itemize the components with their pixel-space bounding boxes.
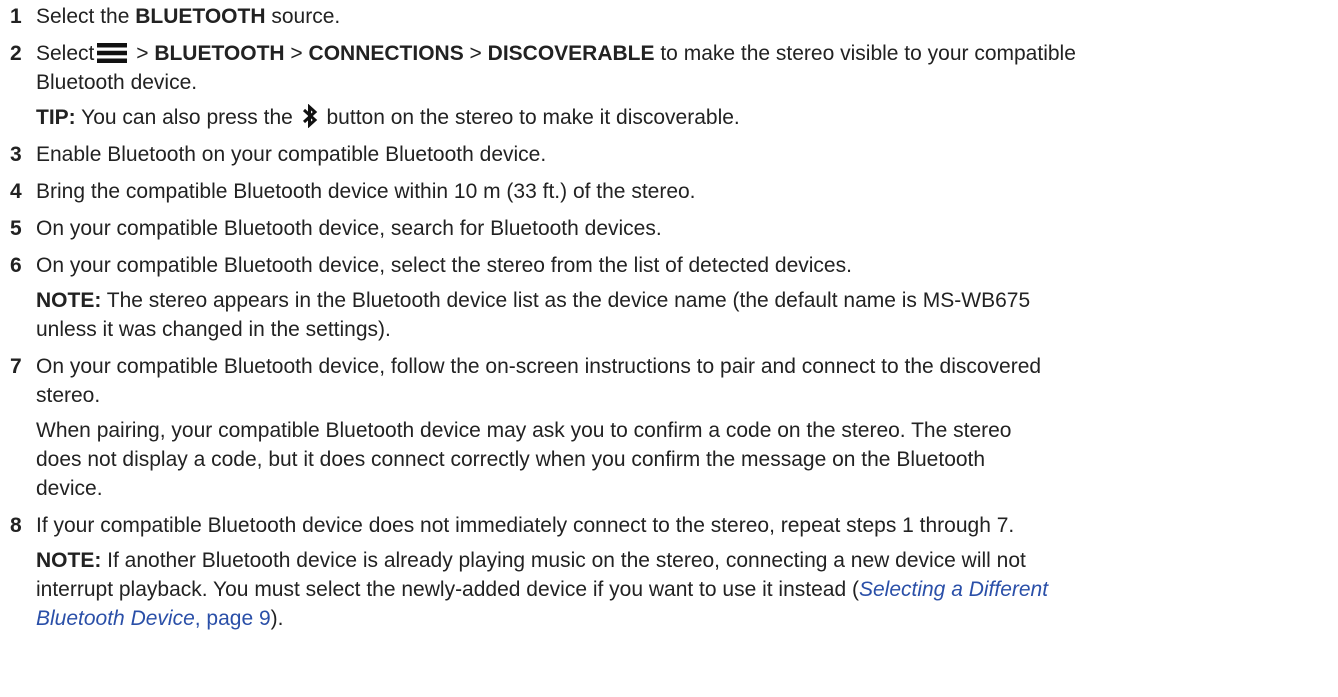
step-text: If your compatible Bluetooth device does… — [36, 514, 1015, 537]
note-line-2: unless it was changed in the settings). — [36, 318, 391, 341]
ui-term: BLUETOOTH — [154, 42, 285, 65]
step-number: 4 — [10, 180, 22, 203]
text-segment: You can also press the — [75, 106, 299, 129]
step-number: 7 — [10, 355, 22, 378]
step-number: 8 — [10, 514, 22, 537]
bluetooth-icon — [301, 103, 319, 129]
text-segment: Select the — [36, 5, 136, 28]
step-7: 7 On your compatible Bluetooth device, f… — [0, 352, 1338, 503]
step-text: On your compatible Bluetooth device, sea… — [36, 217, 662, 240]
ui-term: BLUETOOTH — [135, 5, 266, 28]
cross-reference-link[interactable]: Selecting a Different — [859, 578, 1048, 601]
step-1: 1 Select the BLUETOOTH source. — [0, 2, 1338, 31]
step-text: Bring the compatible Bluetooth device wi… — [36, 180, 696, 203]
tip-paragraph: TIP: You can also press the button on th… — [36, 103, 1338, 132]
ui-term: CONNECTIONS — [308, 42, 464, 65]
manual-page: 1 Select the BLUETOOTH source. 2 Select … — [0, 0, 1338, 697]
text-segment: button on the stereo to make it discover… — [320, 106, 740, 129]
step-text: Select > BLUETOOTH > CONNECTIONS > DISCO… — [36, 39, 1338, 68]
step-2: 2 Select > BLUETOOTH > CONNECTIONS > DIS… — [0, 39, 1338, 132]
text-segment: ). — [270, 607, 284, 630]
note-line-3: Bluetooth Device, page 9). — [36, 604, 1338, 633]
note-label: NOTE: — [36, 289, 102, 312]
step-5: 5 On your compatible Bluetooth device, s… — [0, 214, 1338, 243]
note-line-2: interrupt playback. You must select the … — [36, 575, 1338, 604]
text-segment: > — [284, 42, 309, 65]
step-text: On your compatible Bluetooth device, sel… — [36, 254, 852, 277]
text-segment: If another Bluetooth device is already p… — [101, 549, 1026, 572]
step-number: 1 — [10, 5, 22, 28]
step-number: 5 — [10, 217, 22, 240]
hamburger-menu-icon — [97, 42, 128, 63]
step-3: 3 Enable Bluetooth on your compatible Bl… — [0, 140, 1338, 169]
info-paragraph-line-3: device. — [36, 477, 103, 500]
note-label: NOTE: — [36, 549, 102, 572]
step-text-line-2: Bluetooth device. — [36, 71, 198, 94]
step-text: Select the BLUETOOTH source. — [36, 2, 1338, 31]
text-segment: Select — [36, 42, 95, 65]
step-number: 3 — [10, 143, 22, 166]
text-segment: source. — [265, 5, 341, 28]
page-reference-link[interactable]: , page 9 — [195, 607, 271, 630]
step-6: 6 On your compatible Bluetooth device, s… — [0, 251, 1338, 344]
step-text: Enable Bluetooth on your compatible Blue… — [36, 143, 547, 166]
tip-label: TIP: — [36, 106, 76, 129]
info-paragraph-line-1: When pairing, your compatible Bluetooth … — [36, 419, 1012, 442]
text-segment: > — [463, 42, 488, 65]
text-segment: The stereo appears in the Bluetooth devi… — [101, 289, 1031, 312]
info-paragraph-line-2: does not display a code, but it does con… — [36, 448, 986, 471]
note-paragraph: NOTE: If another Bluetooth device is alr… — [36, 546, 1338, 575]
text-segment: > — [130, 42, 155, 65]
step-number: 6 — [10, 254, 22, 277]
step-8: 8 If your compatible Bluetooth device do… — [0, 511, 1338, 633]
step-text-line-2: stereo. — [36, 384, 101, 407]
text-segment: interrupt playback. You must select the … — [36, 578, 859, 601]
step-4: 4 Bring the compatible Bluetooth device … — [0, 177, 1338, 206]
step-number: 2 — [10, 42, 22, 65]
ui-term: DISCOVERABLE — [487, 42, 655, 65]
note-paragraph: NOTE: The stereo appears in the Bluetoot… — [36, 286, 1338, 315]
text-segment: to make the stereo visible to your compa… — [654, 42, 1076, 65]
cross-reference-link[interactable]: Bluetooth Device — [36, 607, 195, 630]
step-text: On your compatible Bluetooth device, fol… — [36, 355, 1042, 378]
